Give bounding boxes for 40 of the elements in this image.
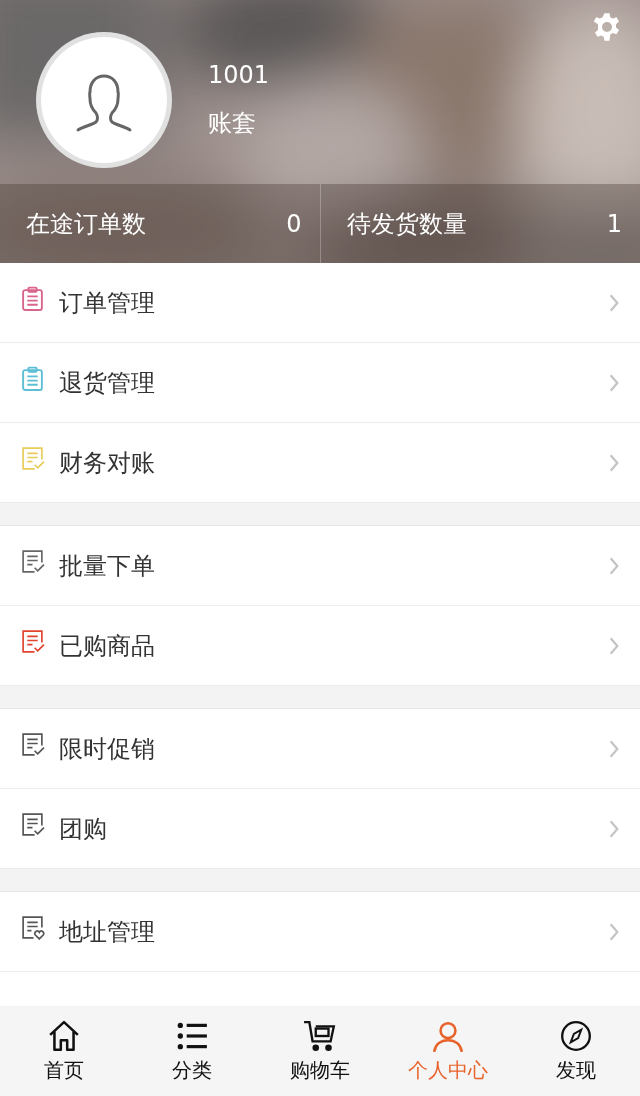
- chevron-icon: [608, 738, 620, 759]
- person-icon: [431, 1019, 465, 1053]
- stat-label: 在途订单数: [26, 208, 146, 240]
- menu-item[interactable]: 限时促销: [0, 709, 640, 789]
- stat-panel[interactable]: 在途订单数 0: [0, 184, 320, 263]
- chevron-icon: [608, 292, 620, 313]
- menu-item[interactable]: 财务对账: [0, 423, 640, 503]
- chevron-icon: [608, 635, 620, 656]
- menu-label: 退货管理: [59, 367, 156, 399]
- cart-icon: [303, 1019, 337, 1053]
- home-icon: [47, 1019, 81, 1053]
- account-set: 账套: [208, 108, 257, 138]
- menu-label: 限时促销: [59, 733, 156, 765]
- menu-item[interactable]: 批量下单: [0, 526, 640, 606]
- stat-label: 待发货数量: [346, 208, 467, 240]
- menu-label: 地址管理: [59, 916, 156, 948]
- account-id: 1001: [208, 60, 270, 90]
- stat-value: 1: [606, 209, 622, 238]
- menu-label: 已购商品: [59, 630, 156, 662]
- menu-label: 财务对账: [59, 447, 156, 479]
- menu-item[interactable]: 已购商品: [0, 606, 640, 686]
- menu-label: 订单管理: [59, 287, 156, 319]
- menu-item[interactable]: 订单管理: [0, 263, 640, 343]
- tab[interactable]: 发现: [512, 1007, 640, 1096]
- menu-item[interactable]: 地址管理: [0, 892, 640, 972]
- chevron-icon: [608, 372, 620, 393]
- chevron-icon: [608, 555, 620, 576]
- chevron-icon: [608, 452, 620, 473]
- compass-icon: [559, 1019, 593, 1053]
- chevron-icon: [608, 921, 620, 942]
- menu-label: 团购: [59, 813, 108, 845]
- tab[interactable]: 分类: [128, 1007, 256, 1096]
- settings-icon[interactable]: [592, 12, 622, 42]
- tab[interactable]: 首页: [0, 1007, 128, 1096]
- stat-value: 0: [286, 209, 302, 238]
- chevron-icon: [608, 818, 620, 839]
- menu-item[interactable]: 退货管理: [0, 343, 640, 423]
- menu-item[interactable]: 团购: [0, 789, 640, 869]
- tab[interactable]: 购物车: [256, 1007, 384, 1096]
- menu-label: 批量下单: [59, 550, 156, 582]
